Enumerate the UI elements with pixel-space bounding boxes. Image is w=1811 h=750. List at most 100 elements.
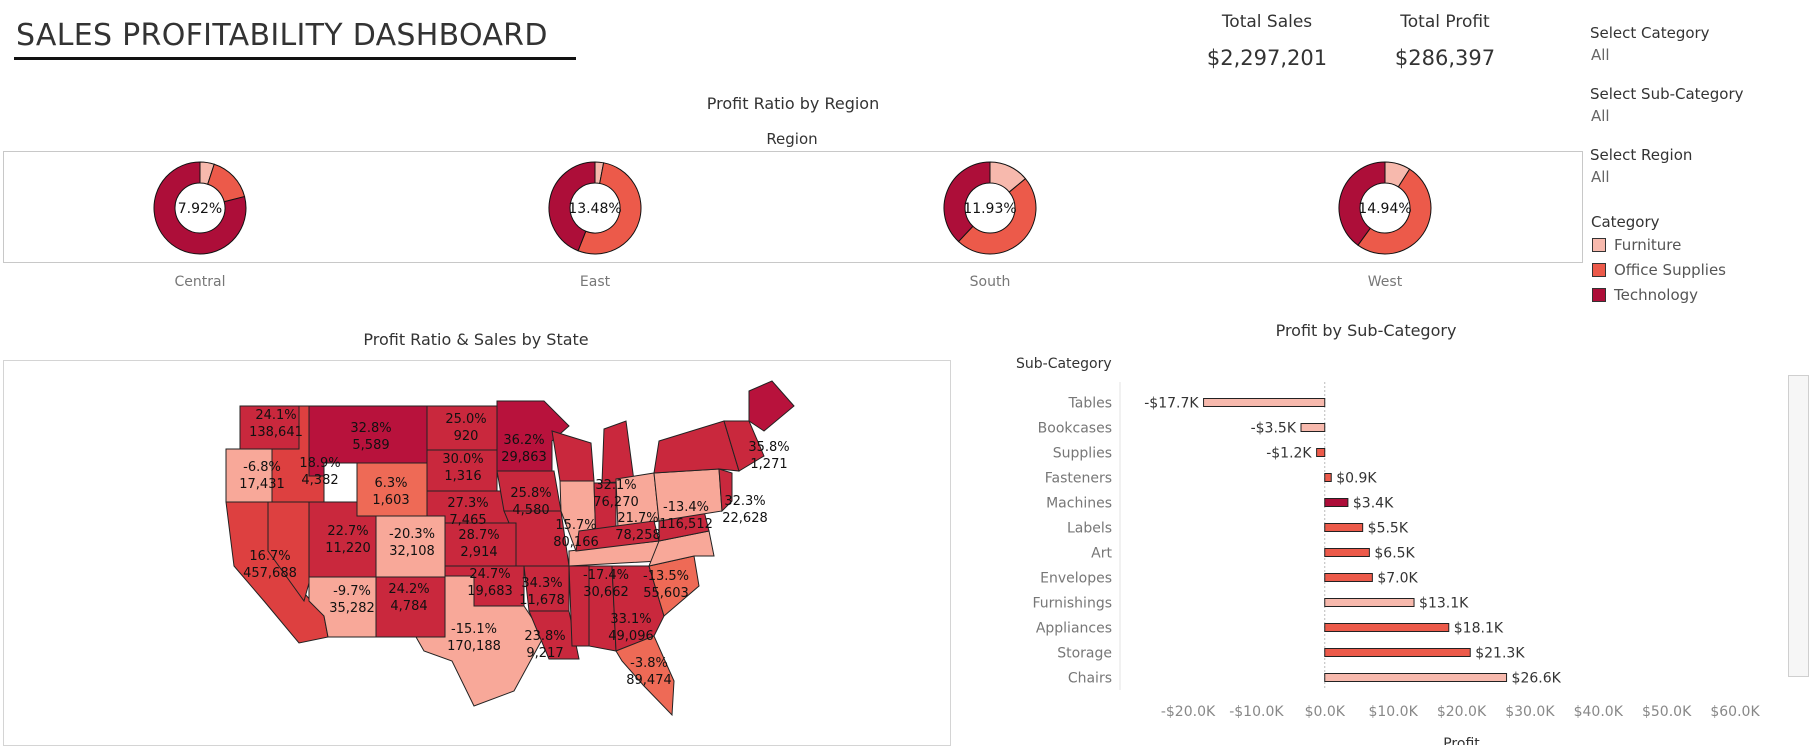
bar-category-label: Art xyxy=(1091,546,1112,562)
state-profit-ratio-label: -13.4% xyxy=(663,500,709,515)
state-sales-label: 4,784 xyxy=(390,599,427,614)
state-profit-ratio-label: 16.7% xyxy=(249,549,290,564)
bar-x-tick-label: $30.0K xyxy=(1505,704,1555,720)
state-michigan[interactable] xyxy=(601,420,635,484)
bar-bookcases[interactable] xyxy=(1300,423,1326,432)
legend-item-furniture[interactable]: Furniture xyxy=(1592,236,1681,254)
donut-center-label: 7.92% xyxy=(178,201,222,217)
donut-center-label: 13.48% xyxy=(568,201,621,217)
state-sales-label: 17,431 xyxy=(239,477,285,492)
total-profit-label: Total Profit xyxy=(1400,12,1490,32)
subcategory-filter-label: Select Sub-Category xyxy=(1590,85,1744,103)
state-oregon[interactable] xyxy=(225,448,273,503)
state-profit-ratio-label: 25.0% xyxy=(445,412,486,427)
category-filter-select[interactable]: All xyxy=(1591,46,1610,64)
state-sales-label: 78,258 xyxy=(615,528,661,543)
region-label-south: South xyxy=(969,274,1011,290)
state-profit-ratio-label: -3.8% xyxy=(630,656,668,671)
bar-furnishings[interactable] xyxy=(1324,598,1415,607)
bar-fasteners[interactable] xyxy=(1324,473,1332,482)
state-profit-ratio-label: 30.0% xyxy=(442,452,483,467)
legend-item-technology[interactable]: Technology xyxy=(1592,286,1698,304)
bar-chart-title: Profit by Sub-Category xyxy=(1275,321,1457,340)
bar-art[interactable] xyxy=(1324,548,1370,557)
bar-envelopes[interactable] xyxy=(1324,573,1373,582)
bar-value-label: $6.5K xyxy=(1374,546,1415,562)
state-sales-label: 170,188 xyxy=(447,639,501,654)
donut-center-label: 11.93% xyxy=(963,201,1016,217)
donut-west[interactable]: 14.94% xyxy=(1335,158,1435,262)
donut-east[interactable]: 13.48% xyxy=(545,158,645,262)
state-sales-label: 32,108 xyxy=(389,544,435,559)
bar-value-label: -$17.7K xyxy=(1144,396,1199,412)
bar-value-label: $21.3K xyxy=(1475,646,1525,662)
bar-chairs[interactable] xyxy=(1324,673,1508,682)
bar-value-label: $0.9K xyxy=(1336,471,1377,487)
region-filter-select[interactable]: All xyxy=(1591,168,1610,186)
region-chart-title: Profit Ratio by Region xyxy=(706,94,880,113)
state-profit-ratio-label: 25.8% xyxy=(510,486,551,501)
total-sales-value: $2,297,201 xyxy=(1206,46,1328,70)
state-profit-ratio-label: 22.7% xyxy=(327,524,368,539)
state-sales-label: 29,863 xyxy=(501,450,547,465)
state-profit-ratio-label: 21.7% xyxy=(617,511,658,526)
state-profit-ratio-label: 18.9% xyxy=(299,456,340,471)
bar-machines[interactable] xyxy=(1324,498,1349,507)
state-profit-ratio-label: -20.3% xyxy=(389,527,435,542)
state-sales-label: 1,271 xyxy=(750,457,787,472)
legend-swatch xyxy=(1592,238,1606,252)
bar-x-tick-label: $60.0K xyxy=(1710,704,1760,720)
legend-item-label: Technology xyxy=(1614,286,1699,304)
legend-item-label: Office Supplies xyxy=(1614,261,1727,279)
bar-category-label: Fasteners xyxy=(1045,471,1112,487)
legend-item-office-supplies[interactable]: Office Supplies xyxy=(1592,261,1726,279)
bar-value-label: $7.0K xyxy=(1377,571,1418,587)
state-sales-label: 19,683 xyxy=(467,584,513,599)
region-label-central: Central xyxy=(174,274,226,290)
state-profit-ratio-label: 35.8% xyxy=(748,440,789,455)
subcategory-bar-chart[interactable]: Sub-Category Tables -$17.7K Bookcases -$3.5K… xyxy=(1000,340,1790,745)
bar-value-label: -$1.2K xyxy=(1266,446,1312,462)
subcategory-filter-select[interactable]: All xyxy=(1591,107,1610,125)
donut-central[interactable]: 7.92% xyxy=(150,158,250,262)
bar-y-header: Sub-Category xyxy=(1016,356,1112,372)
legend-swatch xyxy=(1592,288,1606,302)
bar-appliances[interactable] xyxy=(1324,623,1450,632)
state-profit-ratio-label: 15.7% xyxy=(555,518,596,533)
total-sales-label: Total Sales xyxy=(1221,12,1313,32)
state-profit-ratio-label: 24.7% xyxy=(469,567,510,582)
bar-x-tick-label: $0.0K xyxy=(1305,704,1346,720)
state-sales-label: 80,166 xyxy=(553,535,599,550)
bar-category-label: Bookcases xyxy=(1038,421,1112,437)
state-sales-label: 7,465 xyxy=(449,513,486,528)
state-sales-label: 5,589 xyxy=(352,438,389,453)
bar-tables[interactable] xyxy=(1203,398,1326,407)
bar-chart-scrollbar[interactable] xyxy=(1788,375,1809,677)
donut-south[interactable]: 11.93% xyxy=(940,158,1040,262)
bar-x-axis-label: Profit xyxy=(1443,736,1480,745)
bar-labels[interactable] xyxy=(1324,523,1364,532)
region-column-header: Region xyxy=(766,130,818,148)
total-profit-value: $286,397 xyxy=(1394,46,1496,70)
bar-category-label: Machines xyxy=(1046,496,1112,512)
bar-x-tick-label: $50.0K xyxy=(1642,704,1692,720)
bar-category-label: Supplies xyxy=(1053,446,1112,462)
state-maine[interactable] xyxy=(748,380,795,432)
bar-storage[interactable] xyxy=(1324,648,1471,657)
bar-x-tick-label: -$10.0K xyxy=(1229,704,1284,720)
state-sales-label: 76,270 xyxy=(593,495,639,510)
donut-slice-office-supplies[interactable] xyxy=(207,163,246,203)
state-sales-label: 920 xyxy=(454,429,479,444)
state-profit-ratio-label: 24.2% xyxy=(388,582,429,597)
state-sales-label: 1,316 xyxy=(444,469,481,484)
bar-value-label: $5.5K xyxy=(1368,521,1409,537)
us-state-map[interactable]: 24.1% 138,641 -6.8% 17,431 16.7% 457,688 18.9%… xyxy=(4,361,950,745)
bar-supplies[interactable] xyxy=(1316,448,1326,457)
state-wisconsin[interactable] xyxy=(551,430,595,482)
map-chart-title: Profit Ratio & Sales by State xyxy=(363,330,589,349)
state-sales-label: 1,603 xyxy=(372,493,409,508)
dashboard-title: SALES PROFITABILITY DASHBOARD xyxy=(16,18,548,53)
state-sales-label: 30,662 xyxy=(583,585,629,600)
state-sales-label: 11,678 xyxy=(519,593,565,608)
donut-center-label: 14.94% xyxy=(1358,201,1411,217)
